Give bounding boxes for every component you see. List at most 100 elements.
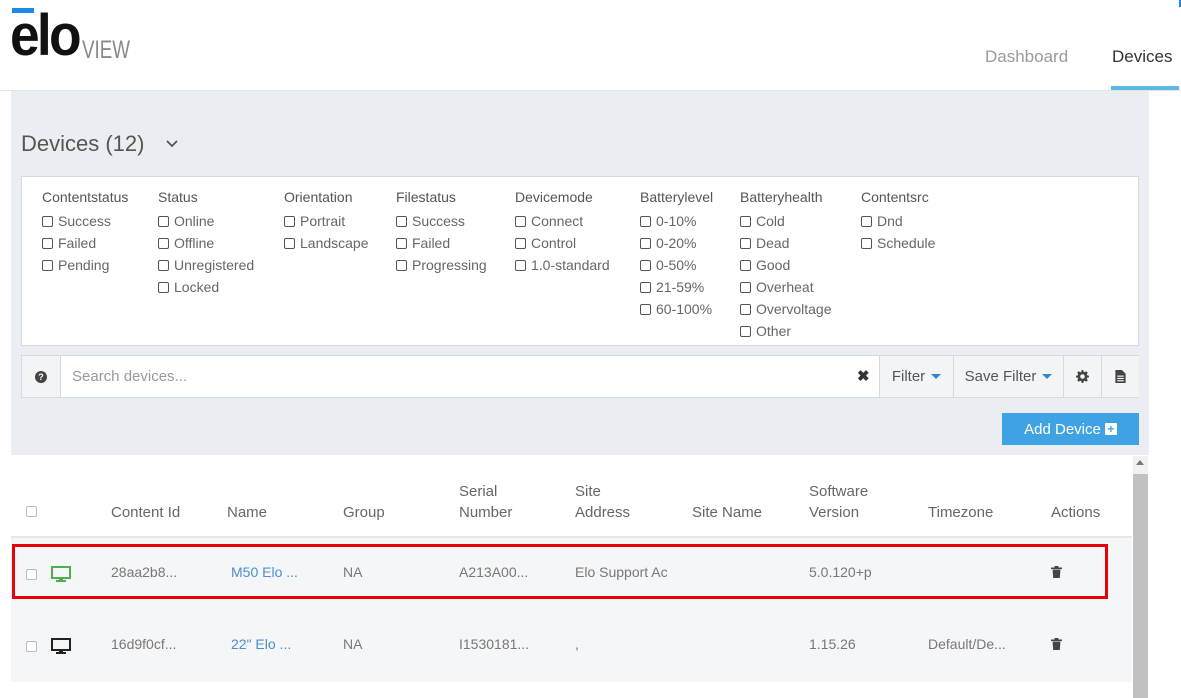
filter-option[interactable]: Unregistered (158, 254, 254, 276)
filter-option[interactable]: Locked (158, 276, 254, 298)
device-name-link[interactable]: 22" Elo ... (231, 636, 291, 652)
checkbox[interactable] (396, 215, 407, 227)
filter-option[interactable]: 21-59% (640, 276, 713, 298)
scroll-up-arrow-icon[interactable] (1136, 460, 1144, 465)
select-all-checkbox[interactable] (26, 506, 37, 517)
filter-option[interactable]: 60-100% (640, 298, 713, 320)
help-button[interactable]: ? (22, 356, 61, 397)
clear-icon[interactable]: ✖ (857, 367, 870, 385)
checkbox[interactable] (158, 281, 169, 293)
checkbox[interactable] (640, 281, 651, 293)
filter-option[interactable]: Pending (42, 254, 128, 276)
cell-serial-number: I1530181... (459, 636, 530, 652)
checkbox[interactable] (740, 303, 751, 315)
settings-button[interactable] (1063, 356, 1101, 397)
checkbox[interactable] (158, 215, 169, 227)
checkbox[interactable] (740, 325, 751, 337)
checkbox[interactable] (640, 237, 651, 249)
checkbox[interactable] (158, 259, 169, 271)
checkbox[interactable] (515, 215, 526, 227)
checkbox[interactable] (740, 259, 751, 271)
checkbox[interactable] (158, 237, 169, 249)
filter-label: Filter (891, 368, 926, 385)
filter-option[interactable]: 0-50% (640, 254, 713, 276)
save-filter-dropdown[interactable]: Save Filter (953, 356, 1063, 397)
filter-option[interactable]: Cold (740, 210, 831, 232)
add-device-button[interactable]: Add Device + (1002, 413, 1139, 445)
filter-option-label: Overvoltage (756, 301, 832, 317)
column-content-id[interactable]: Content Id (111, 502, 180, 523)
filter-option[interactable]: Online (158, 210, 254, 232)
column-software-version[interactable]: Software Version (809, 481, 868, 523)
filter-group-title: Status (158, 189, 198, 205)
filter-option[interactable]: Schedule (861, 232, 935, 254)
row-checkbox[interactable] (26, 641, 37, 652)
filter-option[interactable]: Other (740, 320, 831, 342)
checkbox[interactable] (640, 259, 651, 271)
filter-option-label: 60-100% (656, 301, 713, 317)
filter-option[interactable]: 0-20% (640, 232, 713, 254)
checkbox[interactable] (396, 259, 407, 271)
nav-dashboard[interactable]: Dashboard (985, 47, 1068, 67)
filter-option[interactable]: Portrait (284, 210, 369, 232)
active-tab-indicator (1111, 86, 1179, 90)
filter-option[interactable]: 1.0-standard (515, 254, 610, 276)
filter-option[interactable]: Dnd (861, 210, 935, 232)
checkbox[interactable] (740, 215, 751, 227)
filter-option[interactable]: Progressing (396, 254, 487, 276)
filter-option[interactable]: Success (396, 210, 487, 232)
filter-option[interactable]: 0-10% (640, 210, 713, 232)
filter-option[interactable]: Overvoltage (740, 298, 831, 320)
filter-option[interactable]: Landscape (284, 232, 369, 254)
trash-icon[interactable] (1051, 638, 1062, 650)
caret-down-icon (931, 374, 942, 379)
column-name[interactable]: Name (227, 502, 267, 523)
checkbox[interactable] (640, 215, 651, 227)
filter-option[interactable]: Failed (42, 232, 128, 254)
export-button[interactable] (1101, 356, 1139, 397)
checkbox[interactable] (284, 215, 295, 227)
column-site-name[interactable]: Site Name (692, 502, 762, 523)
table-row[interactable]: 16d9f0cf... 22" Elo ... NA I1530181... ,… (11, 610, 1132, 682)
column-site-address[interactable]: Site Address (575, 481, 630, 523)
filter-option[interactable]: Connect (515, 210, 610, 232)
checkbox[interactable] (740, 237, 751, 249)
chevron-down-icon[interactable] (165, 134, 179, 155)
checkbox[interactable] (515, 237, 526, 249)
scrollbar-thumb[interactable] (1133, 474, 1148, 698)
filter-dropdown[interactable]: Filter (879, 356, 953, 397)
column-serial-number[interactable]: Serial Number (459, 481, 512, 523)
filter-option-label: 1.0-standard (531, 257, 610, 273)
column-timezone[interactable]: Timezone (928, 502, 993, 523)
filter-option[interactable]: Overheat (740, 276, 831, 298)
filter-option[interactable]: Control (515, 232, 610, 254)
column-label-line: Site (575, 483, 601, 500)
nav-devices[interactable]: Devices (1112, 47, 1172, 67)
checkbox[interactable] (284, 237, 295, 249)
filter-option[interactable]: Success (42, 210, 128, 232)
filter-panel: Contentstatus Success Failed Pending Sta… (21, 176, 1139, 346)
checkbox[interactable] (861, 237, 872, 249)
checkbox[interactable] (515, 259, 526, 271)
filter-option-label: Failed (412, 235, 451, 251)
checkbox[interactable] (396, 237, 407, 249)
checkbox[interactable] (42, 215, 53, 227)
column-group[interactable]: Group (343, 502, 385, 523)
filter-group-contentstatus: Contentstatus Success Failed Pending (42, 189, 128, 276)
search-input[interactable]: Search devices... (72, 368, 187, 385)
filter-option-label: Pending (58, 257, 110, 273)
filter-option-label: Cold (756, 213, 785, 229)
filter-option[interactable]: Failed (396, 232, 487, 254)
filter-group-title: Batteryhealth (740, 189, 823, 205)
checkbox[interactable] (42, 259, 53, 271)
checkbox[interactable] (42, 237, 53, 249)
filter-option[interactable]: Dead (740, 232, 831, 254)
filter-group-title: Contentstatus (42, 189, 129, 205)
filter-option[interactable]: Good (740, 254, 831, 276)
checkbox[interactable] (861, 215, 872, 227)
checkbox[interactable] (740, 281, 751, 293)
page-title[interactable]: Devices (12) (21, 131, 144, 157)
filter-option-label: Success (58, 213, 111, 229)
filter-option[interactable]: Offline (158, 232, 254, 254)
checkbox[interactable] (640, 303, 651, 315)
